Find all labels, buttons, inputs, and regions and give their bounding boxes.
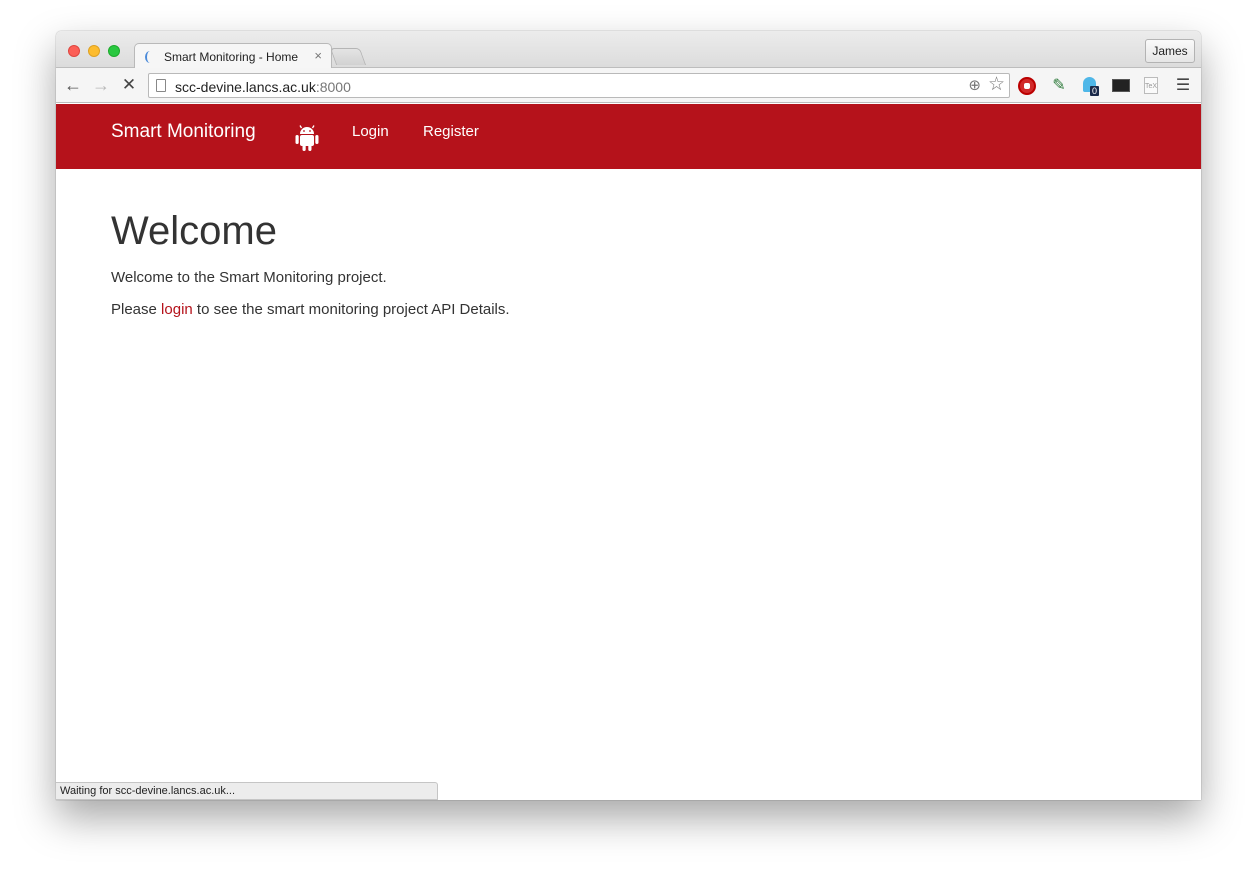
zoom-icon[interactable]: ⊕ xyxy=(968,76,981,94)
site-brand[interactable]: Smart Monitoring xyxy=(111,121,256,143)
login-prompt: Please login to see the smart monitoring… xyxy=(111,301,510,319)
intro-text: Welcome to the Smart Monitoring project. xyxy=(111,269,387,286)
eyedropper-icon[interactable]: ✎ xyxy=(1048,75,1070,97)
profile-button[interactable]: James xyxy=(1145,39,1195,63)
status-bar: Waiting for scc-devine.lancs.ac.uk... xyxy=(56,782,438,800)
terminal-icon xyxy=(1112,79,1130,92)
tab-close-button[interactable]: × xyxy=(314,48,322,63)
android-icon[interactable] xyxy=(294,123,320,153)
loading-spinner-icon xyxy=(145,51,155,63)
back-button[interactable]: ← xyxy=(62,74,84,96)
terminal-extension-button[interactable] xyxy=(1110,75,1132,97)
url-port: :8000 xyxy=(315,79,351,95)
tab-smart-monitoring[interactable]: Smart Monitoring - Home × xyxy=(134,43,332,69)
login-prompt-suffix: to see the smart monitoring project API … xyxy=(192,301,510,318)
page-icon xyxy=(156,79,166,92)
site-navbar: Smart Monitoring Login Register xyxy=(56,104,1201,169)
close-window-button[interactable] xyxy=(68,45,80,57)
url-host: scc-devine.lancs.ac.uk xyxy=(175,79,316,95)
forward-button[interactable]: → xyxy=(90,74,112,96)
address-bar[interactable]: scc-devine.lancs.ac.uk:8000 ⊕ ☆ xyxy=(148,73,1010,98)
login-prompt-prefix: Please xyxy=(111,301,162,318)
login-link[interactable]: login xyxy=(161,301,193,318)
adblock-extension-button[interactable] xyxy=(1016,75,1038,97)
ghostery-badge: 0 xyxy=(1090,86,1100,96)
url-text: scc-devine.lancs.ac.uk:8000 xyxy=(175,79,351,95)
tab-title: Smart Monitoring - Home xyxy=(164,50,299,64)
stop-hand-icon xyxy=(1018,77,1036,95)
page-title: Welcome xyxy=(111,209,277,253)
tex-extension-button[interactable]: TeX xyxy=(1140,75,1162,97)
main-content: Welcome Welcome to the Smart Monitoring … xyxy=(111,209,510,333)
stop-loading-button[interactable]: ✕ xyxy=(118,74,140,96)
tab-strip: Smart Monitoring - Home × James xyxy=(56,31,1201,69)
nav-login-link[interactable]: Login xyxy=(352,123,389,140)
minimize-window-button[interactable] xyxy=(88,45,100,57)
bookmark-star-icon[interactable]: ☆ xyxy=(988,73,1005,96)
nav-register-link[interactable]: Register xyxy=(423,123,479,140)
new-tab-button[interactable] xyxy=(329,48,367,65)
menu-icon[interactable]: ☰ xyxy=(1172,75,1194,97)
browser-window: Smart Monitoring - Home × James ← → ✕ sc… xyxy=(56,31,1201,800)
maximize-window-button[interactable] xyxy=(108,45,120,57)
tex-icon: TeX xyxy=(1144,77,1158,94)
page-viewport: Smart Monitoring Login Register Welcome … xyxy=(56,104,1201,800)
ghostery-extension-button[interactable]: 0 xyxy=(1080,75,1102,97)
browser-toolbar: ← → ✕ scc-devine.lancs.ac.uk:8000 ⊕ ☆ ✎ … xyxy=(56,68,1201,103)
